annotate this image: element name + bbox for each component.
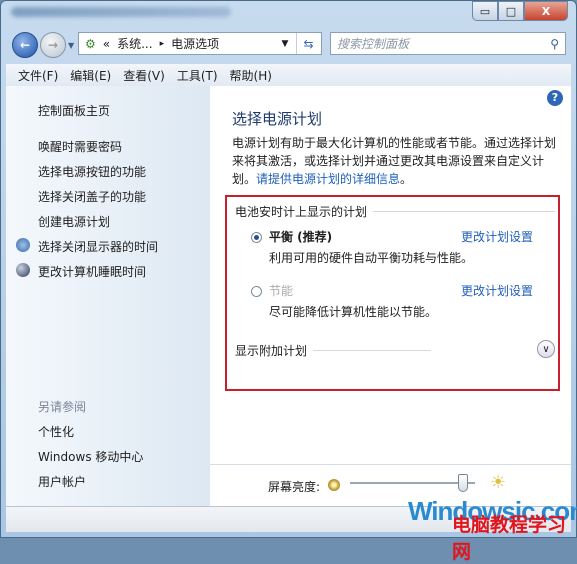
close-button[interactable]: X	[524, 1, 568, 21]
display-icon	[16, 238, 30, 252]
plan-powersaver-radio[interactable]	[251, 286, 262, 297]
sidebar-item[interactable]: 用户帐户	[38, 473, 86, 490]
crumb-power-options[interactable]: 电源选项	[171, 35, 219, 52]
search-icon[interactable]: ⚲	[550, 37, 559, 51]
maximize-button[interactable]: □	[498, 1, 524, 21]
change-plan-settings-link[interactable]: 更改计划设置	[461, 282, 533, 299]
brightness-slider-track[interactable]	[350, 482, 475, 484]
brightness-slider-thumb[interactable]	[457, 474, 468, 492]
plan-balanced-radio[interactable]	[251, 232, 262, 243]
forward-button[interactable]: →	[40, 32, 66, 58]
section-label: 显示附加计划	[235, 344, 308, 358]
menu-tools[interactable]: 工具(T)	[177, 67, 218, 84]
brightness-label: 屏幕亮度:	[268, 480, 321, 494]
address-dropdown-icon[interactable]: ▼	[275, 39, 295, 49]
sidebar-item[interactable]: 更改计算机睡眠时间	[38, 263, 146, 280]
menu-view[interactable]: 查看(V)	[123, 67, 165, 84]
plan-info-link[interactable]: 请提供电源计划的详细信息	[256, 172, 400, 186]
battery-section-header: 电池安时计上显示的计划	[235, 203, 555, 220]
description: 电源计划有助于最大化计算机的性能或者节能。通过选择计划来将其激活，或选择计划并通…	[232, 134, 562, 188]
minimize-button[interactable]: ▭	[472, 1, 498, 21]
bright-sun-icon: ☀	[490, 472, 507, 493]
control-panel-icon: ⚙	[85, 36, 96, 51]
menu-file[interactable]: 文件(F)	[18, 67, 58, 84]
refresh-icon[interactable]: ⇆	[296, 33, 320, 54]
page-title: 选择电源计划	[232, 110, 323, 128]
sidebar-item[interactable]: 选择电源按钮的功能	[38, 163, 146, 180]
moon-icon	[16, 263, 30, 277]
sidebar-item[interactable]: 创建电源计划	[38, 213, 110, 230]
dim-sun-icon	[328, 479, 340, 491]
sidebar-item[interactable]: 个性化	[38, 423, 74, 440]
menu-edit[interactable]: 编辑(E)	[70, 67, 111, 84]
see-also-heading: 另请参阅	[38, 400, 87, 414]
description-end: 。	[400, 172, 413, 186]
change-plan-settings-link[interactable]: 更改计划设置	[461, 228, 533, 245]
title-blur	[11, 7, 231, 17]
address-bar[interactable]: ⚙ « 系统... ▸ 电源选项 ▼	[78, 32, 322, 55]
sidebar-home[interactable]: 控制面板主页	[38, 102, 110, 119]
sidebar-item[interactable]: Windows 移动中心	[38, 448, 143, 465]
back-button[interactable]: ←	[12, 32, 38, 58]
search-placeholder: 搜索控制面板	[337, 37, 410, 51]
chevron-down-icon[interactable]: ∨	[537, 340, 555, 358]
crumb-separator-icon[interactable]: ▸	[160, 39, 165, 49]
plan-desc: 尽可能降低计算机性能以节能。	[269, 305, 438, 319]
sidebar: 控制面板主页 唤醒时需要密码 选择电源按钮的功能 选择关闭盖子的功能 创建电源计…	[6, 86, 210, 506]
plan-name[interactable]: 节能	[269, 282, 293, 299]
content-area: 控制面板主页 唤醒时需要密码 选择电源按钮的功能 选择关闭盖子的功能 创建电源计…	[6, 86, 571, 506]
plan-name[interactable]: 平衡 (推荐)	[269, 228, 332, 245]
sidebar-item[interactable]: 选择关闭显示器的时间	[38, 238, 158, 255]
additional-plans-header[interactable]: 显示附加计划	[235, 342, 431, 359]
help-icon[interactable]: ?	[547, 90, 563, 106]
menu-bar: 文件(F) 编辑(E) 查看(V) 工具(T) 帮助(H)	[6, 64, 571, 86]
plans-highlight-box: 电池安时计上显示的计划 平衡 (推荐) 更改计划设置 利用可用的硬件自动平衡功耗…	[225, 195, 560, 391]
menu-help[interactable]: 帮助(H)	[230, 67, 272, 84]
sidebar-item[interactable]: 选择关闭盖子的功能	[38, 188, 146, 205]
history-dropdown-icon[interactable]: ▼	[68, 41, 74, 50]
search-input[interactable]: 搜索控制面板 ⚲	[330, 32, 566, 55]
plan-desc: 利用可用的硬件自动平衡功耗与性能。	[269, 251, 474, 265]
section-label: 电池安时计上显示的计划	[235, 205, 368, 219]
crumb-overflow[interactable]: «	[103, 37, 110, 51]
sidebar-item[interactable]: 唤醒时需要密码	[38, 138, 122, 155]
crumb-system[interactable]: 系统...	[117, 35, 152, 52]
watermark-cn: 电脑教程学习网	[452, 514, 567, 563]
